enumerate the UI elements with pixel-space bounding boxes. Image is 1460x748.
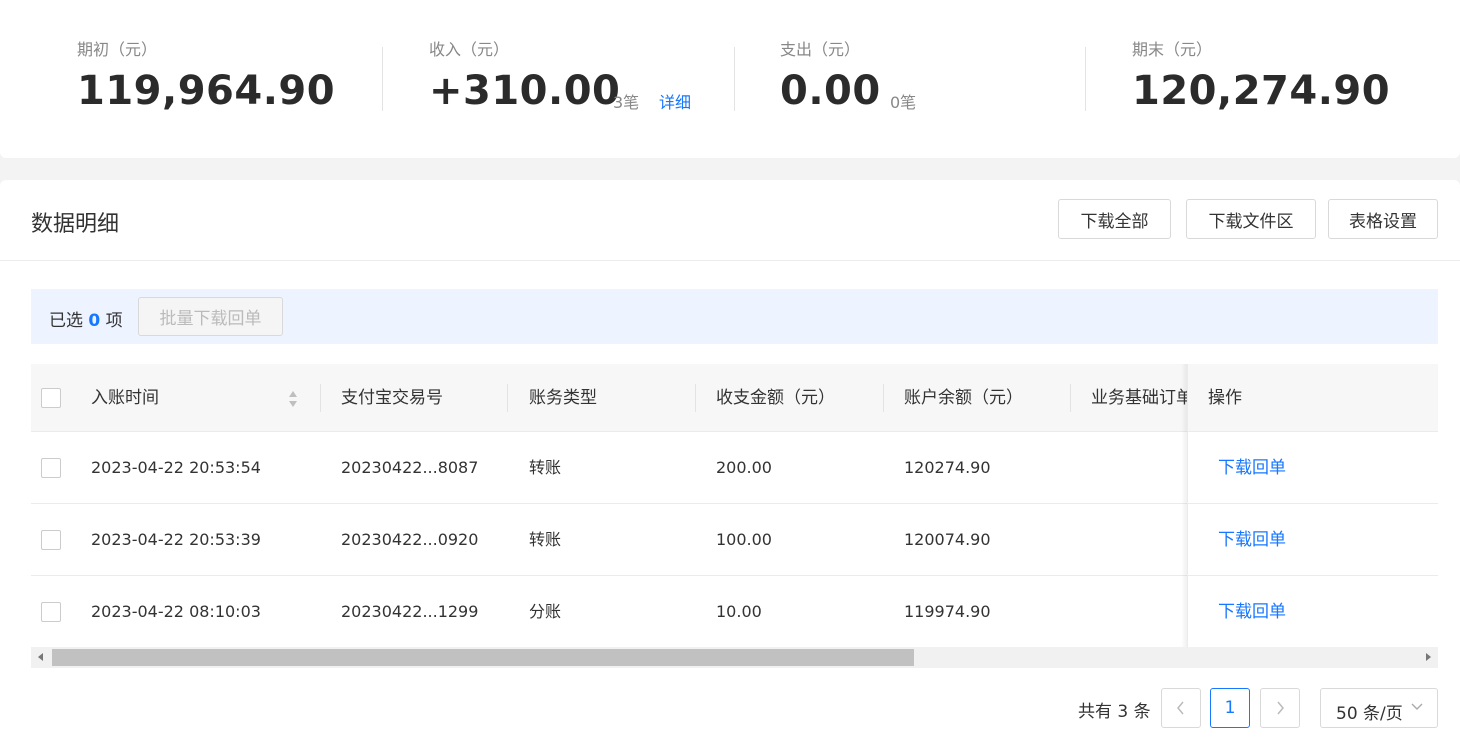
next-page-button[interactable] xyxy=(1260,688,1300,728)
scrollbar-thumb[interactable] xyxy=(52,649,914,666)
selection-suffix: 项 xyxy=(105,311,123,331)
expense-label: 支出（元） xyxy=(780,40,861,59)
selection-prefix: 已选 xyxy=(49,311,83,331)
ops-cell: 下载回单 xyxy=(1187,576,1438,647)
header-separator xyxy=(883,384,884,412)
page-size-value: 50 条/页 xyxy=(1336,704,1403,724)
cell-type: 分账 xyxy=(529,602,562,621)
cell-time: 2023-04-22 20:53:39 xyxy=(91,530,261,549)
ops-cell: 下载回单 xyxy=(1187,432,1438,504)
batch-download-receipt-button[interactable]: 批量下载回单 xyxy=(138,297,283,336)
header-amount: 收支金额（元） xyxy=(716,388,835,408)
expense-stat: 支出（元） 0.00 0笔 xyxy=(780,0,1080,158)
income-value: +310.00 xyxy=(429,68,621,114)
selection-count: 0 xyxy=(88,311,101,331)
cell-balance: 119974.90 xyxy=(904,602,991,621)
header-ops: 操作 xyxy=(1208,388,1242,408)
row-checkbox[interactable] xyxy=(41,602,61,622)
cell-amount: 100.00 xyxy=(716,530,772,549)
divider xyxy=(1085,47,1086,111)
ops-header: 操作 xyxy=(1187,364,1438,432)
divider xyxy=(734,47,735,111)
row-checkbox[interactable] xyxy=(41,530,61,550)
income-detail-link[interactable]: 详细 xyxy=(659,89,691,113)
opening-value: 119,964.90 xyxy=(77,68,336,114)
header-biz-order: 业务基础订单号 xyxy=(1091,388,1187,408)
cell-time: 2023-04-22 20:53:54 xyxy=(91,458,261,477)
header-separator xyxy=(507,384,508,412)
sort-icon[interactable] xyxy=(288,390,298,408)
cell-balance: 120074.90 xyxy=(904,530,991,549)
cell-type: 转账 xyxy=(529,458,562,477)
divider xyxy=(382,47,383,111)
select-all-checkbox[interactable] xyxy=(41,388,61,408)
expense-count: 0笔 xyxy=(890,93,917,112)
cell-balance: 120274.90 xyxy=(904,458,991,477)
transactions-table: 入账时间 支付宝交易号 账务类型 收支金额（元） 账户余额（元） 业务基础订单号… xyxy=(31,364,1438,647)
cell-trade-no: 20230422...8087 xyxy=(341,458,479,477)
detail-card: 数据明细 下载全部 下载文件区 表格设置 已选 0 项 批量下载回单 入账时间 … xyxy=(0,180,1460,748)
header-separator xyxy=(1070,384,1071,412)
prev-page-button[interactable] xyxy=(1161,688,1201,728)
fixed-ops-column: 操作 下载回单 下载回单 下载回单 xyxy=(1187,364,1438,647)
chevron-right-icon xyxy=(1277,701,1284,715)
ops-cell: 下载回单 xyxy=(1187,504,1438,576)
cell-trade-no: 20230422...0920 xyxy=(341,530,479,549)
income-count: 3笔 xyxy=(613,93,640,112)
cell-time: 2023-04-22 08:10:03 xyxy=(91,602,261,621)
page-size-select[interactable]: 50 条/页 xyxy=(1320,688,1438,728)
page-number-button[interactable]: 1 xyxy=(1210,688,1250,728)
horizontal-scrollbar[interactable] xyxy=(31,647,1438,668)
selection-summary: 已选 0 项 xyxy=(49,306,123,331)
header-type: 账务类型 xyxy=(529,388,597,408)
scroll-left-icon[interactable] xyxy=(38,653,43,661)
header-time[interactable]: 入账时间 xyxy=(91,364,159,432)
expense-value: 0.00 xyxy=(780,68,881,114)
row-checkbox[interactable] xyxy=(41,458,61,478)
header-separator xyxy=(695,384,696,412)
header-trade-no: 支付宝交易号 xyxy=(341,388,443,408)
table-settings-button[interactable]: 表格设置 xyxy=(1328,199,1438,239)
cell-trade-no: 20230422...1299 xyxy=(341,602,479,621)
download-receipt-link[interactable]: 下载回单 xyxy=(1218,530,1286,550)
opening-label: 期初（元） xyxy=(77,40,158,59)
page-title: 数据明细 xyxy=(31,212,120,237)
cell-amount: 200.00 xyxy=(716,458,772,477)
header-separator xyxy=(320,384,321,412)
header-balance: 账户余额（元） xyxy=(904,388,1023,408)
summary-card: 期初（元） 119,964.90 收入（元） +310.00 3笔 详细 支出（… xyxy=(0,0,1460,158)
income-stat: 收入（元） +310.00 3笔 详细 xyxy=(429,0,729,158)
chevron-down-icon xyxy=(1411,703,1423,710)
download-receipt-link[interactable]: 下载回单 xyxy=(1218,458,1286,478)
closing-value: 120,274.90 xyxy=(1132,68,1391,114)
pagination-total: 共有 3 条 xyxy=(1078,702,1151,722)
selection-bar: 已选 0 项 批量下载回单 xyxy=(31,289,1438,344)
scroll-right-icon[interactable] xyxy=(1426,653,1431,661)
cell-type: 转账 xyxy=(529,530,562,549)
download-all-button[interactable]: 下载全部 xyxy=(1058,199,1171,239)
closing-label: 期末（元） xyxy=(1132,40,1213,59)
download-files-button[interactable]: 下载文件区 xyxy=(1186,199,1316,239)
download-receipt-link[interactable]: 下载回单 xyxy=(1218,602,1286,622)
income-label: 收入（元） xyxy=(429,40,510,59)
divider xyxy=(0,260,1460,261)
cell-amount: 10.00 xyxy=(716,602,762,621)
chevron-left-icon xyxy=(1177,701,1184,715)
